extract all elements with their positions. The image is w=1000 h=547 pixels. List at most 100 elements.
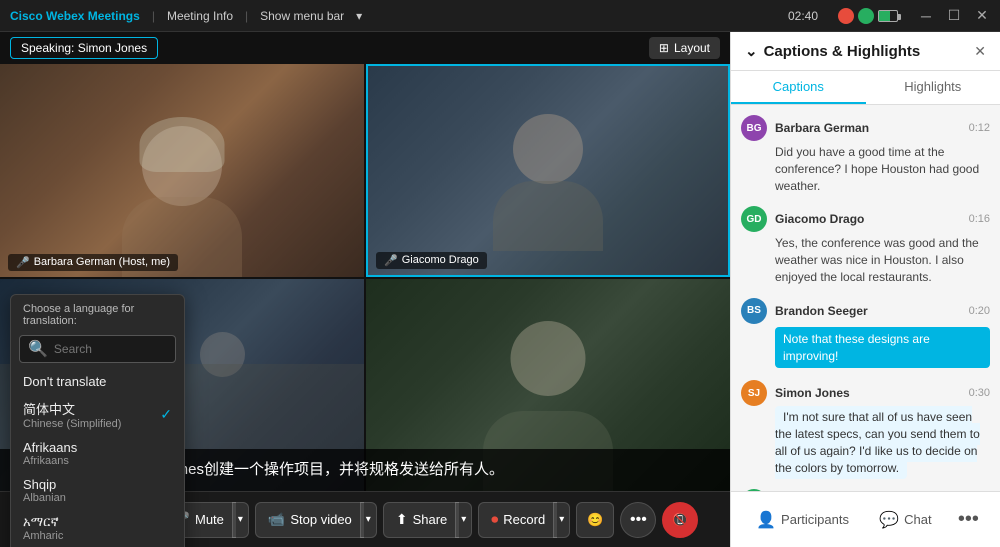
msg-1-name: Barbara German: [775, 121, 869, 135]
panel-title: ⌄ Captions & Highlights: [745, 42, 920, 60]
msg-4-body: I'm not sure that all of us have seen th…: [741, 409, 990, 476]
app-name: Cisco Webex Meetings: [10, 9, 140, 23]
msg-4-name: Simon Jones: [775, 386, 850, 400]
stop-video-button[interactable]: 📹 Stop video: [255, 502, 364, 538]
status-icon: [858, 8, 874, 24]
tab-captions[interactable]: Captions: [731, 71, 866, 104]
msg-4-avatar: SJ: [741, 380, 767, 406]
panel-title-text: Captions & Highlights: [764, 43, 921, 60]
end-call-button[interactable]: 📵: [662, 502, 698, 538]
msg-2-header: GD Giacomo Drago 0:16: [741, 206, 990, 232]
more-button[interactable]: •••: [620, 502, 656, 538]
panel-messages: BG Barbara German 0:12 Did you have a go…: [731, 105, 1000, 491]
right-panel: ⌄ Captions & Highlights ✕ Captions Highl…: [730, 32, 1000, 547]
msg-4-header: SJ Simon Jones 0:30: [741, 380, 990, 406]
record-indicator-icon: [838, 8, 854, 24]
record-button[interactable]: ⏺ Record: [478, 502, 557, 538]
maximize-button[interactable]: ☐: [946, 8, 962, 24]
lang-item-dont-translate[interactable]: Don't translate: [11, 369, 184, 394]
minimize-button[interactable]: ─: [918, 8, 934, 24]
chevron-down-icon: ⌄: [745, 42, 758, 60]
lang-item-label: አማርኛ: [23, 514, 63, 530]
msg-1-avatar: BG: [741, 115, 767, 141]
app-container: Cisco Webex Meetings | Meeting Info | Sh…: [0, 0, 1000, 547]
participants-button[interactable]: 👤 Participants: [746, 504, 859, 536]
share-label: Share: [413, 512, 448, 527]
tab-highlights[interactable]: Highlights: [866, 71, 1000, 104]
video-name-2: 🎤 Giacomo Drago: [376, 252, 487, 269]
lang-search-input[interactable]: [54, 342, 167, 356]
search-icon: 🔍: [28, 339, 48, 359]
share-button[interactable]: ⬆ Share: [383, 502, 459, 538]
check-icon: ✓: [160, 406, 172, 423]
end-call-icon: 📵: [672, 512, 688, 528]
lang-dropdown-title: Choose a language for translation:: [11, 295, 184, 331]
video-group: 📹 Stop video ▾: [255, 502, 377, 538]
show-menu-link[interactable]: Show menu bar: [260, 9, 344, 23]
msg-2-body: Yes, the conference was good and the wea…: [741, 235, 990, 285]
layout-button[interactable]: ⊞ Layout: [649, 37, 720, 59]
lang-item-label: 简体中文: [23, 399, 121, 418]
chat-label: Chat: [904, 512, 931, 527]
record-icon: ⏺: [491, 511, 498, 528]
video-name-1: 🎤 Barbara German (Host, me): [8, 254, 178, 271]
lang-item-albanian[interactable]: Shqip Albanian: [11, 472, 184, 509]
record-group: ⏺ Record ▾: [478, 502, 570, 538]
emoji-icon: 😊: [587, 512, 603, 528]
chat-button[interactable]: 💬 Chat: [869, 504, 941, 536]
close-button[interactable]: ✕: [974, 8, 990, 24]
title-bar: Cisco Webex Meetings | Meeting Info | Sh…: [0, 0, 1000, 32]
share-icon: ⬆: [396, 511, 408, 528]
separator2: |: [245, 9, 248, 23]
message-4: SJ Simon Jones 0:30 I'm not sure that al…: [741, 380, 990, 476]
meeting-time: 02:40: [788, 9, 818, 23]
chat-icon: 💬: [879, 510, 899, 530]
msg-2-time: 0:16: [969, 213, 990, 225]
chevron-icon: ▾: [356, 9, 362, 23]
msg-3-time: 0:20: [969, 305, 990, 317]
panel-more-button[interactable]: •••: [952, 502, 985, 537]
record-dropdown-button[interactable]: ▾: [553, 502, 570, 538]
panel-tabs: Captions Highlights: [731, 71, 1000, 105]
language-dropdown: Choose a language for translation: 🔍 Don…: [10, 294, 185, 547]
lang-item-label: Shqip: [23, 477, 66, 492]
msg-2-name: Giacomo Drago: [775, 212, 864, 226]
share-dropdown-button[interactable]: ▾: [455, 502, 472, 538]
video-dropdown-button[interactable]: ▾: [360, 502, 377, 538]
msg-4-time: 0:30: [969, 387, 990, 399]
lang-item-sublabel: Amharic: [23, 530, 63, 542]
msg-3-body: Note that these designs are improving!: [741, 327, 990, 369]
message-2: GD Giacomo Drago 0:16 Yes, the conferenc…: [741, 206, 990, 285]
lang-item-label: Don't translate: [23, 374, 106, 389]
msg-3-avatar: BS: [741, 298, 767, 324]
video-cell-2: 🎤 Giacomo Drago: [366, 64, 730, 277]
panel-close-button[interactable]: ✕: [974, 43, 986, 60]
msg-3-name: Brandon Seeger: [775, 304, 868, 318]
msg-3-header: BS Brandon Seeger 0:20: [741, 298, 990, 324]
lang-item-afrikaans[interactable]: Afrikaans Afrikaans: [11, 435, 184, 472]
msg-3-highlight: Note that these designs are improving!: [775, 327, 990, 369]
meeting-info-link[interactable]: Meeting Info: [167, 9, 233, 23]
emoji-button[interactable]: 😊: [576, 502, 614, 538]
message-1: BG Barbara German 0:12 Did you have a go…: [741, 115, 990, 194]
lang-item-amharic[interactable]: አማርኛ Amharic: [11, 509, 184, 547]
lang-item-chinese[interactable]: 简体中文 Chinese (Simplified) ✓: [11, 394, 184, 435]
panel-header: ⌄ Captions & Highlights ✕: [731, 32, 1000, 71]
msg-4-blue: I'm not sure that all of us have seen th…: [775, 406, 980, 478]
more-icon: •••: [630, 511, 647, 529]
lang-search-box: 🔍: [19, 335, 176, 363]
panel-bottom-toolbar: 👤 Participants 💬 Chat •••: [731, 491, 1000, 547]
video-icon: 📹: [268, 511, 285, 528]
participants-icon: 👤: [756, 510, 776, 530]
video-grid: 🎤 Barbara German (Host, me) 🎤 Giacomo Dr…: [0, 64, 730, 491]
mute-label: Mute: [195, 512, 224, 527]
main-content: Speaking: Simon Jones ⊞ Layout 🎤: [0, 32, 1000, 547]
speaking-badge: Speaking: Simon Jones: [10, 37, 158, 59]
video-top-bar: Speaking: Simon Jones ⊞ Layout: [0, 32, 730, 64]
message-3: BS Brandon Seeger 0:20 Note that these d…: [741, 298, 990, 369]
msg-1-body: Did you have a good time at the conferen…: [741, 144, 990, 194]
toolbar-center: 🎤 Mute ▾ 📹 Stop video ▾: [160, 502, 699, 538]
mute-dropdown-button[interactable]: ▾: [232, 502, 249, 538]
video-area: Speaking: Simon Jones ⊞ Layout 🎤: [0, 32, 730, 547]
layout-icon: ⊞: [659, 41, 669, 55]
